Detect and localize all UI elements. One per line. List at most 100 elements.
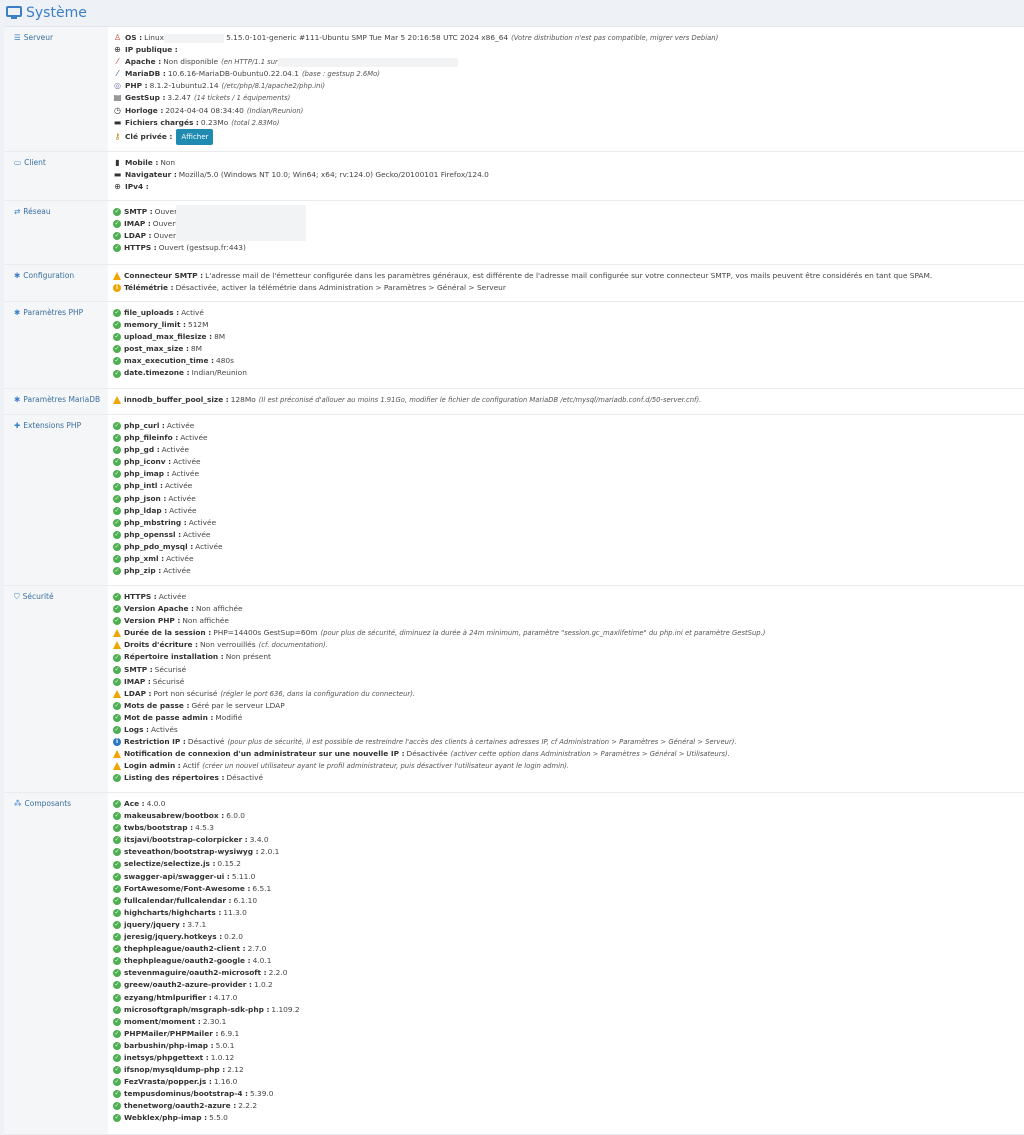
- security-item: Login admin : Actif (créer un nouvel utili…: [113, 760, 1024, 772]
- component-item: ✓ moment/moment :2.30.1: [113, 1016, 227, 1026]
- page-header: Système: [0, 0, 1024, 26]
- check-icon: ✓: [113, 665, 121, 674]
- extension-item: ✓ php_openssl : Activée: [113, 529, 211, 539]
- check-icon: ✓: [113, 494, 121, 503]
- puzzle-icon: ✚: [14, 421, 21, 430]
- check-icon: ✓: [113, 232, 121, 241]
- check-icon: ✓: [113, 617, 121, 626]
- extension-item: ✓ php_mbstring : Activée: [113, 517, 217, 527]
- check-icon: ✓: [113, 482, 121, 491]
- check-icon: ✓: [113, 506, 121, 515]
- check-icon: ✓: [113, 345, 121, 354]
- check-icon: ✓: [113, 593, 121, 602]
- security-item: ✓ Logs : Activés: [113, 725, 178, 735]
- check-icon: ✓: [113, 677, 121, 686]
- row-label: Serveur: [23, 33, 54, 42]
- component-item: ✓ FezVrasta/popper.js :1.16.0: [113, 1077, 238, 1087]
- check-icon: ✓: [113, 458, 121, 467]
- component-item: ✓ jquery/jquery :3.7.1: [113, 919, 207, 929]
- warning-icon: [113, 689, 121, 698]
- component-item: ✓ itsjavi/bootstrap-colorpicker :3.4.0: [113, 835, 269, 845]
- php-param-item: ✓ max_execution_time :480s: [113, 356, 234, 366]
- check-icon: ✓: [113, 309, 121, 318]
- network-item: ✓ HTTPS : Ouvert (gestsup.fr:443): [113, 243, 246, 253]
- check-icon: ✓: [113, 896, 121, 905]
- security-item: ✓ IMAP : Sécurisé: [113, 676, 185, 686]
- warning-icon: [113, 629, 121, 638]
- php-param-item: ✓ file_uploads : Activé: [113, 308, 204, 318]
- row-mariadb-params: ✱ Paramètres MariaDB innodb_buffer_pool_s…: [4, 389, 1024, 415]
- component-item: ✓ swagger-api/swagger-ui :5.11.0: [113, 871, 256, 881]
- check-icon: ✓: [113, 824, 121, 833]
- check-icon: ✓: [113, 567, 121, 576]
- extension-item: ✓ php_xml : Activée: [113, 554, 194, 564]
- component-item: ✓ microsoftgraph/msgraph-sdk-php :1.109.2: [113, 1004, 300, 1014]
- check-icon: ✓: [113, 244, 121, 253]
- check-icon: ✓: [113, 422, 121, 431]
- php-icon: ◎: [114, 81, 121, 91]
- check-icon: ✓: [113, 446, 121, 455]
- check-icon: ✓: [113, 920, 121, 929]
- mobile-icon: ▮: [115, 158, 120, 167]
- check-icon: ✓: [113, 555, 121, 564]
- check-icon: ✓: [113, 774, 121, 783]
- cle-line: ⚷ Clé privée : Afficher: [113, 128, 1024, 145]
- warning-icon: [113, 396, 121, 405]
- component-item: ✓ steveathon/bootstrap-wysiwyg :2.0.1: [113, 847, 280, 857]
- check-icon: ✓: [113, 836, 121, 845]
- extension-item: ✓ php_intl : Activée: [113, 481, 193, 491]
- gestsup-line: ▤ GestSup :3.2.47 (14 tickets / 1 équipeme…: [113, 92, 1024, 104]
- security-item: Durée de la session : PHP=14400s GestSup=…: [113, 627, 1024, 639]
- check-icon: ✓: [113, 605, 121, 614]
- component-item: ✓ barbushin/php-imap :5.0.1: [113, 1040, 235, 1050]
- check-icon: ✓: [113, 884, 121, 893]
- extension-item: ✓ php_json : Activée: [113, 493, 196, 503]
- check-icon: ✓: [113, 713, 121, 722]
- check-icon: ✓: [113, 945, 121, 954]
- component-item: ✓ fullcalendar/fullcalendar :6.1.10: [113, 895, 258, 905]
- security-item: ✓ Version Apache : Non affichée: [113, 604, 243, 614]
- feather-icon: ⁄: [116, 57, 119, 67]
- globe-icon: ⊕: [114, 182, 121, 192]
- check-icon: ✓: [113, 933, 121, 942]
- horloge-line: ◷ Horloge :2024-04-04 08:34:40 (Indian/Reu…: [113, 105, 1024, 117]
- component-item: ✓ thephpleague/oauth2-client :2.7.0: [113, 944, 267, 954]
- cubes-icon: ⁂: [14, 799, 22, 808]
- check-icon: ✓: [113, 542, 121, 551]
- component-item: ✓ Ace :4.0.0: [113, 799, 166, 809]
- component-item: ✓ Webklex/php-imap :5.5.0: [113, 1113, 228, 1123]
- check-icon: ✓: [113, 1005, 121, 1014]
- afficher-button[interactable]: Afficher: [176, 128, 214, 145]
- warning-icon: [113, 750, 121, 759]
- check-icon: ✓: [113, 1029, 121, 1038]
- check-icon: ✓: [113, 1066, 121, 1075]
- exchange-icon: ⇄: [14, 207, 21, 216]
- warning-icon: [113, 762, 121, 771]
- apache-line: ⁄ Apache : Non disponible (en HTTP/1.1 sur: [113, 56, 1024, 68]
- monitor-icon: [6, 6, 22, 19]
- component-item: ✓ stevenmaguire/oauth2-microsoft :2.2.0: [113, 968, 288, 978]
- php-param-item: ✓ post_max_size :8M: [113, 344, 203, 354]
- row-label: Composants: [24, 799, 72, 808]
- check-icon: ✓: [113, 800, 121, 809]
- check-icon: ✓: [113, 701, 121, 710]
- check-icon: ✓: [113, 908, 121, 917]
- component-item: ✓ jeresig/jquery.hotkeys :0.2.0: [113, 932, 243, 942]
- security-item: ✓ HTTPS : Activée: [113, 592, 187, 602]
- check-icon: ✓: [113, 848, 121, 857]
- innodb-line: innodb_buffer_pool_size :128Mo (Il est pr…: [113, 394, 1024, 406]
- os-line: ♙ OS : Linux 5.15.0-101-generic #111-Ubuntu…: [113, 32, 1024, 44]
- browser-icon: ▬: [113, 170, 122, 180]
- security-item: ✓ SMTP : Sécurisé: [113, 664, 187, 674]
- check-icon: ✓: [113, 1114, 121, 1123]
- extension-item: ✓ php_curl : Activée: [113, 421, 195, 431]
- check-icon: ✓: [113, 1102, 121, 1111]
- php-line: ◎ PHP :8.1.2-1ubuntu2.14 (/etc/php/8.1/apa…: [113, 80, 1024, 92]
- row-configuration: ✱ Configuration Connecteur SMTP : L'adress…: [4, 265, 1024, 302]
- check-icon: ✓: [113, 220, 121, 229]
- cog-icon: ✱: [14, 395, 21, 404]
- smtp-config-line: Connecteur SMTP : L'adresse mail de l'éme…: [113, 270, 1024, 282]
- component-item: ✓ selectize/selectize.js :0.15.2: [113, 859, 241, 869]
- component-item: ✓ inetsys/phpgettext :1.0.12: [113, 1052, 235, 1063]
- ip-line: ⊕ IP publique :: [113, 44, 1024, 56]
